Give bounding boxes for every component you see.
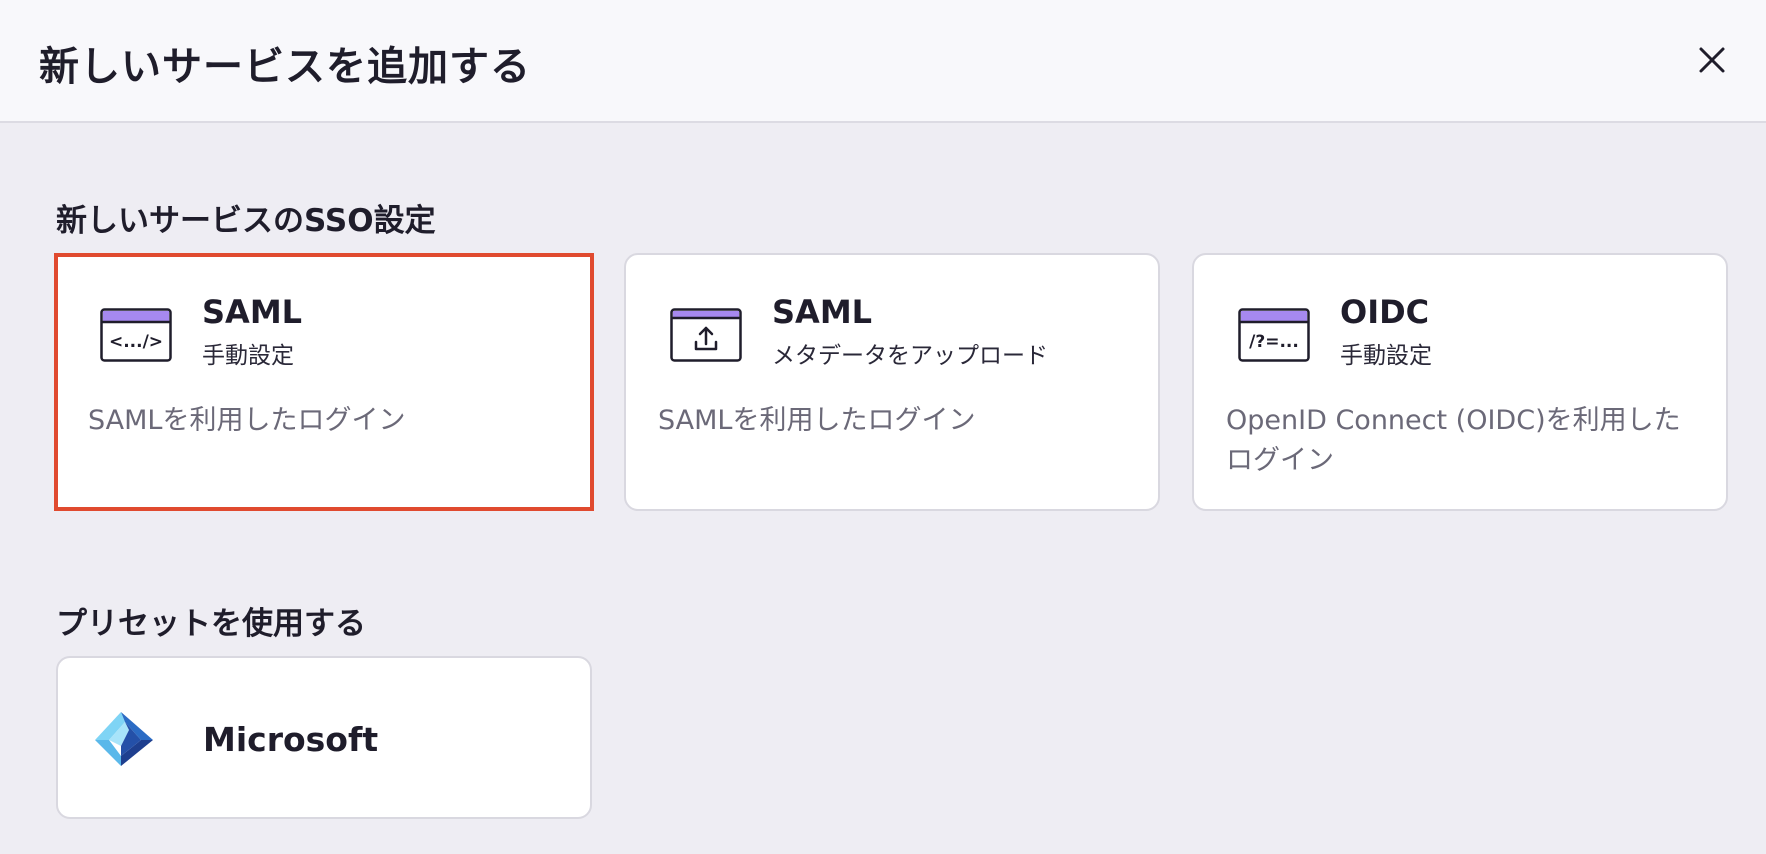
card-title: OIDC — [1340, 293, 1430, 331]
saml-metadata-upload-card[interactable]: SAML メタデータをアップロード SAMLを利用したログイン — [624, 253, 1160, 511]
card-title: SAML — [202, 293, 303, 331]
microsoft-entra-logo-icon — [91, 710, 155, 768]
close-icon — [1699, 47, 1725, 73]
dialog-title: 新しいサービスを追加する — [39, 44, 531, 90]
upload-window-icon — [670, 308, 742, 362]
microsoft-preset-card[interactable]: Microsoft — [56, 656, 592, 819]
preset-label: Microsoft — [203, 720, 379, 759]
dialog-header: 新しいサービスを追加する — [0, 0, 1766, 123]
card-subtitle: 手動設定 — [202, 343, 294, 369]
card-subtitle: 手動設定 — [1340, 343, 1432, 369]
card-description: SAMLを利用したログイン — [658, 405, 976, 436]
query-window-icon: /?=... — [1238, 308, 1310, 362]
card-description: OpenID Connect (OIDC)を利用したログイン — [1226, 405, 1681, 476]
close-button[interactable] — [1690, 38, 1734, 82]
svg-text:<.../>: <.../> — [109, 332, 163, 352]
card-subtitle: メタデータをアップロード — [772, 343, 1048, 369]
card-description: SAMLを利用したログイン — [88, 405, 406, 436]
svg-text:/?=...: /?=... — [1249, 332, 1299, 352]
preset-section-title: プリセットを使用する — [56, 606, 366, 642]
card-title: SAML — [772, 293, 873, 331]
saml-manual-card[interactable]: <.../> SAML 手動設定 SAMLを利用したログイン — [54, 253, 594, 511]
sso-section-title: 新しいサービスのSSO設定 — [56, 203, 436, 239]
oidc-manual-card[interactable]: /?=... OIDC 手動設定 OpenID Connect (OIDC)を利… — [1192, 253, 1728, 511]
code-window-icon: <.../> — [100, 308, 172, 362]
